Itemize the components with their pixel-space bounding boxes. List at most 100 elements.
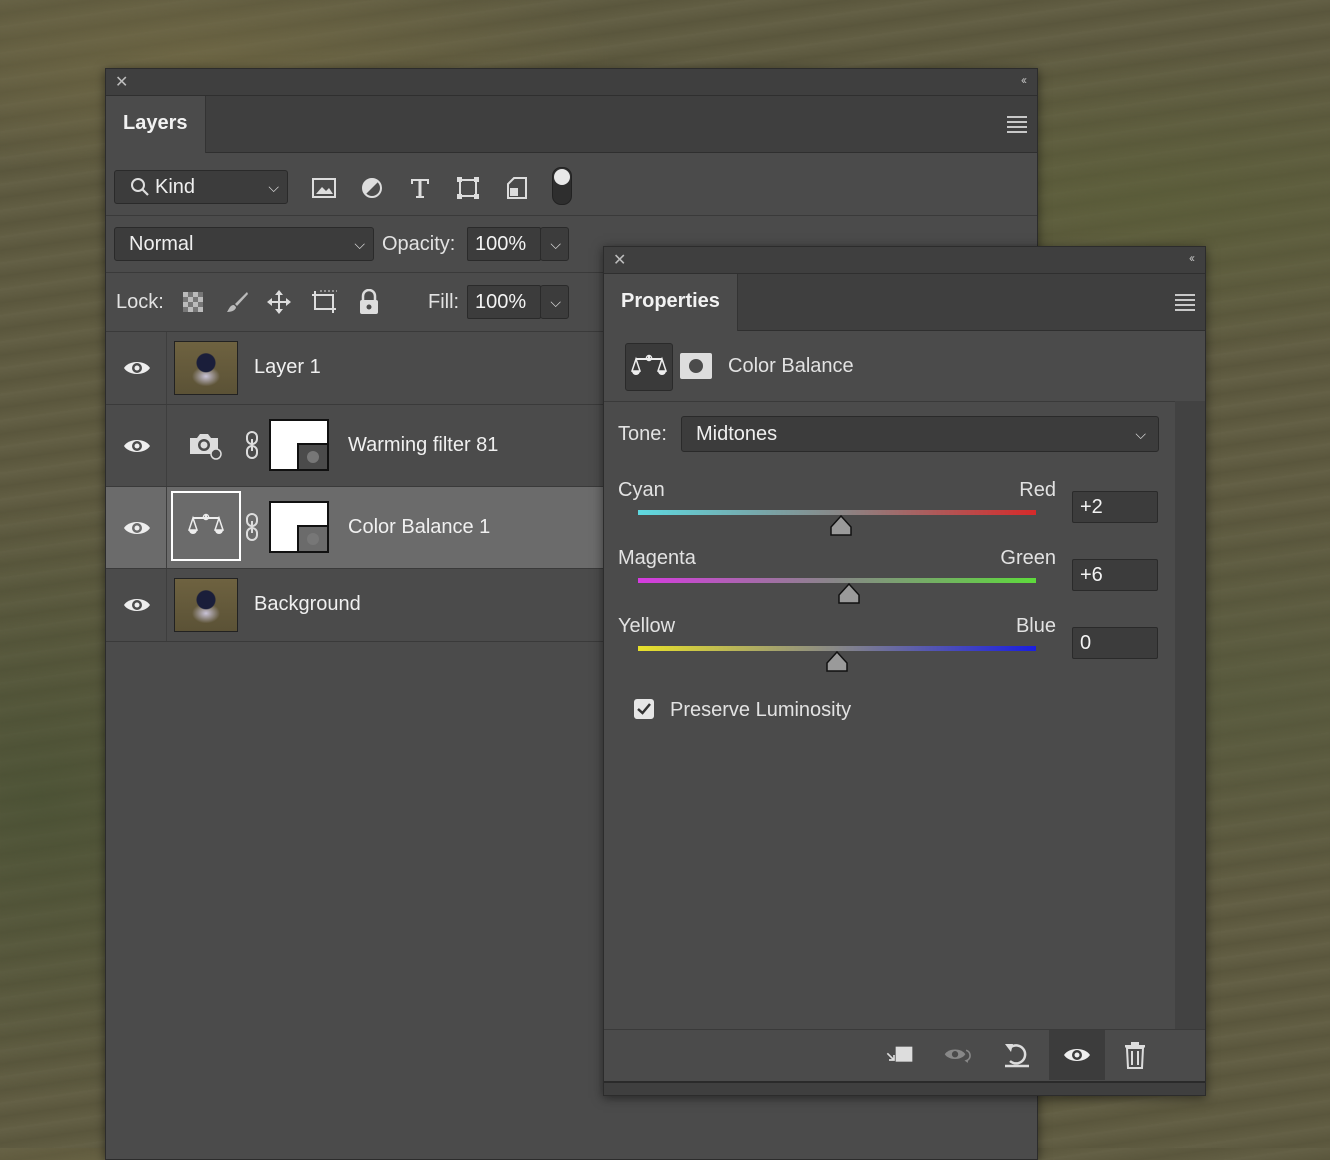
panel-menu-icon[interactable] [1007,116,1027,136]
lock-transparency-icon[interactable] [178,287,208,317]
tone-dropdown[interactable]: Midtones ⌵ [681,416,1159,452]
view-previous-state-button[interactable] [944,1040,974,1070]
adjustment-thumbnail[interactable] [171,491,241,561]
delete-button[interactable] [1120,1040,1150,1070]
layers-panel-titlebar: ✕ ‹‹ [106,69,1037,96]
fill-input[interactable]: 100% [467,285,541,319]
filter-row: Kind ⌵ [106,153,1037,216]
smart-object-filter-icon[interactable] [502,173,532,203]
layer-row[interactable]: Background [106,569,606,642]
close-panel-icon[interactable]: ✕ [115,72,128,92]
tab-layers[interactable]: Layers [106,96,206,153]
toggle-visibility-button[interactable] [1049,1030,1105,1080]
chevron-down-icon: ⌵ [550,294,561,310]
fill-dropdown[interactable]: ⌵ [540,285,569,319]
layer-mask-thumbnail[interactable] [269,418,329,471]
slider-thumb[interactable] [829,515,853,537]
visibility-column [106,405,167,486]
yellow-blue-slider: Yellow Blue 0 [604,613,1174,673]
layer-thumbnail [174,341,238,395]
slider-right-label: Red [1019,479,1056,501]
close-panel-icon[interactable]: ✕ [613,250,626,270]
layer-name[interactable]: Layer 1 [254,356,321,379]
adjustment-name: Color Balance [728,355,854,377]
preserve-luminosity-checkbox[interactable] [634,699,654,719]
properties-content: Tone: Midtones ⌵ Cyan Red +2 Magenta Gre… [604,401,1174,1029]
search-icon [131,178,149,196]
slider-value-input[interactable]: 0 [1072,627,1158,659]
preserve-luminosity-label: Preserve Luminosity [670,699,852,721]
link-icon[interactable] [245,430,259,460]
properties-bottom-bar [604,1029,1205,1080]
resize-grip[interactable] [604,1081,1205,1095]
clip-to-layer-icon [886,1046,913,1062]
blend-mode-dropdown[interactable]: Normal ⌵ [114,227,374,261]
collapse-panel-icon[interactable]: ‹‹ [1189,251,1195,265]
properties-panel: ✕ ‹‹ Properties Color Balance Tone: Midt… [603,246,1206,1096]
shape-layer-filter-icon[interactable] [453,173,483,203]
slider-right-label: Blue [1015,615,1056,637]
tab-properties[interactable]: Properties [604,274,738,331]
clip-to-layer-button[interactable] [884,1040,914,1070]
adjustment-header: Color Balance [604,331,1205,402]
eye-icon [1064,1049,1090,1061]
slider-left-label: Cyan [618,479,665,501]
eye-icon[interactable] [123,358,151,378]
cyan-red-slider: Cyan Red +2 [604,477,1174,537]
visibility-column [106,487,167,568]
layer-name[interactable]: Warming filter 81 [348,434,498,457]
properties-tab-row: Properties [604,274,1205,331]
link-icon[interactable] [245,512,259,542]
blend-mode-value: Normal [129,233,194,255]
layer-thumbnail [174,578,238,632]
adjustment-layer-filter-icon[interactable] [357,173,387,203]
eye-icon[interactable] [123,518,151,538]
layer-mask-thumbnail[interactable] [269,500,329,553]
chevron-down-icon: ⌵ [550,236,561,252]
balance-scale-icon [188,513,224,534]
lock-label: Lock: [116,291,164,313]
slider-value-input[interactable]: +2 [1072,491,1158,523]
slider-thumb[interactable] [837,583,861,605]
checkmark-icon [637,703,651,715]
panel-menu-icon[interactable] [1175,294,1195,314]
slider-value-input[interactable]: +6 [1072,559,1158,591]
layer-name[interactable]: Color Balance 1 [348,516,490,539]
filter-kind-label: Kind [155,176,196,198]
scrollbar[interactable] [1175,401,1205,1029]
layer-row[interactable]: Warming filter 81 [106,405,606,487]
slider-left-label: Yellow [618,615,676,637]
adjustment-mode-button[interactable] [625,343,673,391]
tone-label: Tone: [618,423,667,445]
filter-toggle[interactable] [552,167,572,205]
filter-kind-dropdown[interactable]: Kind ⌵ [114,170,288,204]
balance-scale-icon [631,354,667,375]
pixel-layer-filter-icon[interactable] [309,173,339,203]
layer-row-selected[interactable]: Color Balance 1 [106,487,606,569]
eye-icon[interactable] [123,436,151,456]
trash-icon [1125,1042,1145,1069]
opacity-dropdown[interactable]: ⌵ [540,227,569,261]
magenta-green-slider: Magenta Green +6 [604,545,1174,605]
lock-all-icon[interactable] [354,287,384,317]
chevron-down-icon: ⌵ [354,236,365,252]
lock-artboard-icon[interactable] [309,287,339,317]
visibility-column [106,332,167,404]
opacity-input[interactable]: 100% [467,227,541,261]
type-layer-filter-icon[interactable] [405,173,435,203]
mask-mode-button[interactable] [680,353,712,379]
lock-position-icon[interactable] [264,287,294,317]
layer-name[interactable]: Background [254,593,361,616]
eye-icon[interactable] [123,595,151,615]
chevron-down-icon: ⌵ [268,179,279,195]
reset-button[interactable] [1002,1040,1032,1070]
reset-icon [1005,1044,1029,1068]
lock-image-pixels-icon[interactable] [222,287,252,317]
chevron-down-icon: ⌵ [1135,426,1146,442]
layer-row[interactable]: Layer 1 [106,332,606,405]
visibility-column [106,569,167,641]
photo-filter-icon [190,434,222,460]
slider-left-label: Magenta [618,547,696,569]
collapse-panel-icon[interactable]: ‹‹ [1021,73,1027,87]
slider-thumb[interactable] [825,651,849,673]
